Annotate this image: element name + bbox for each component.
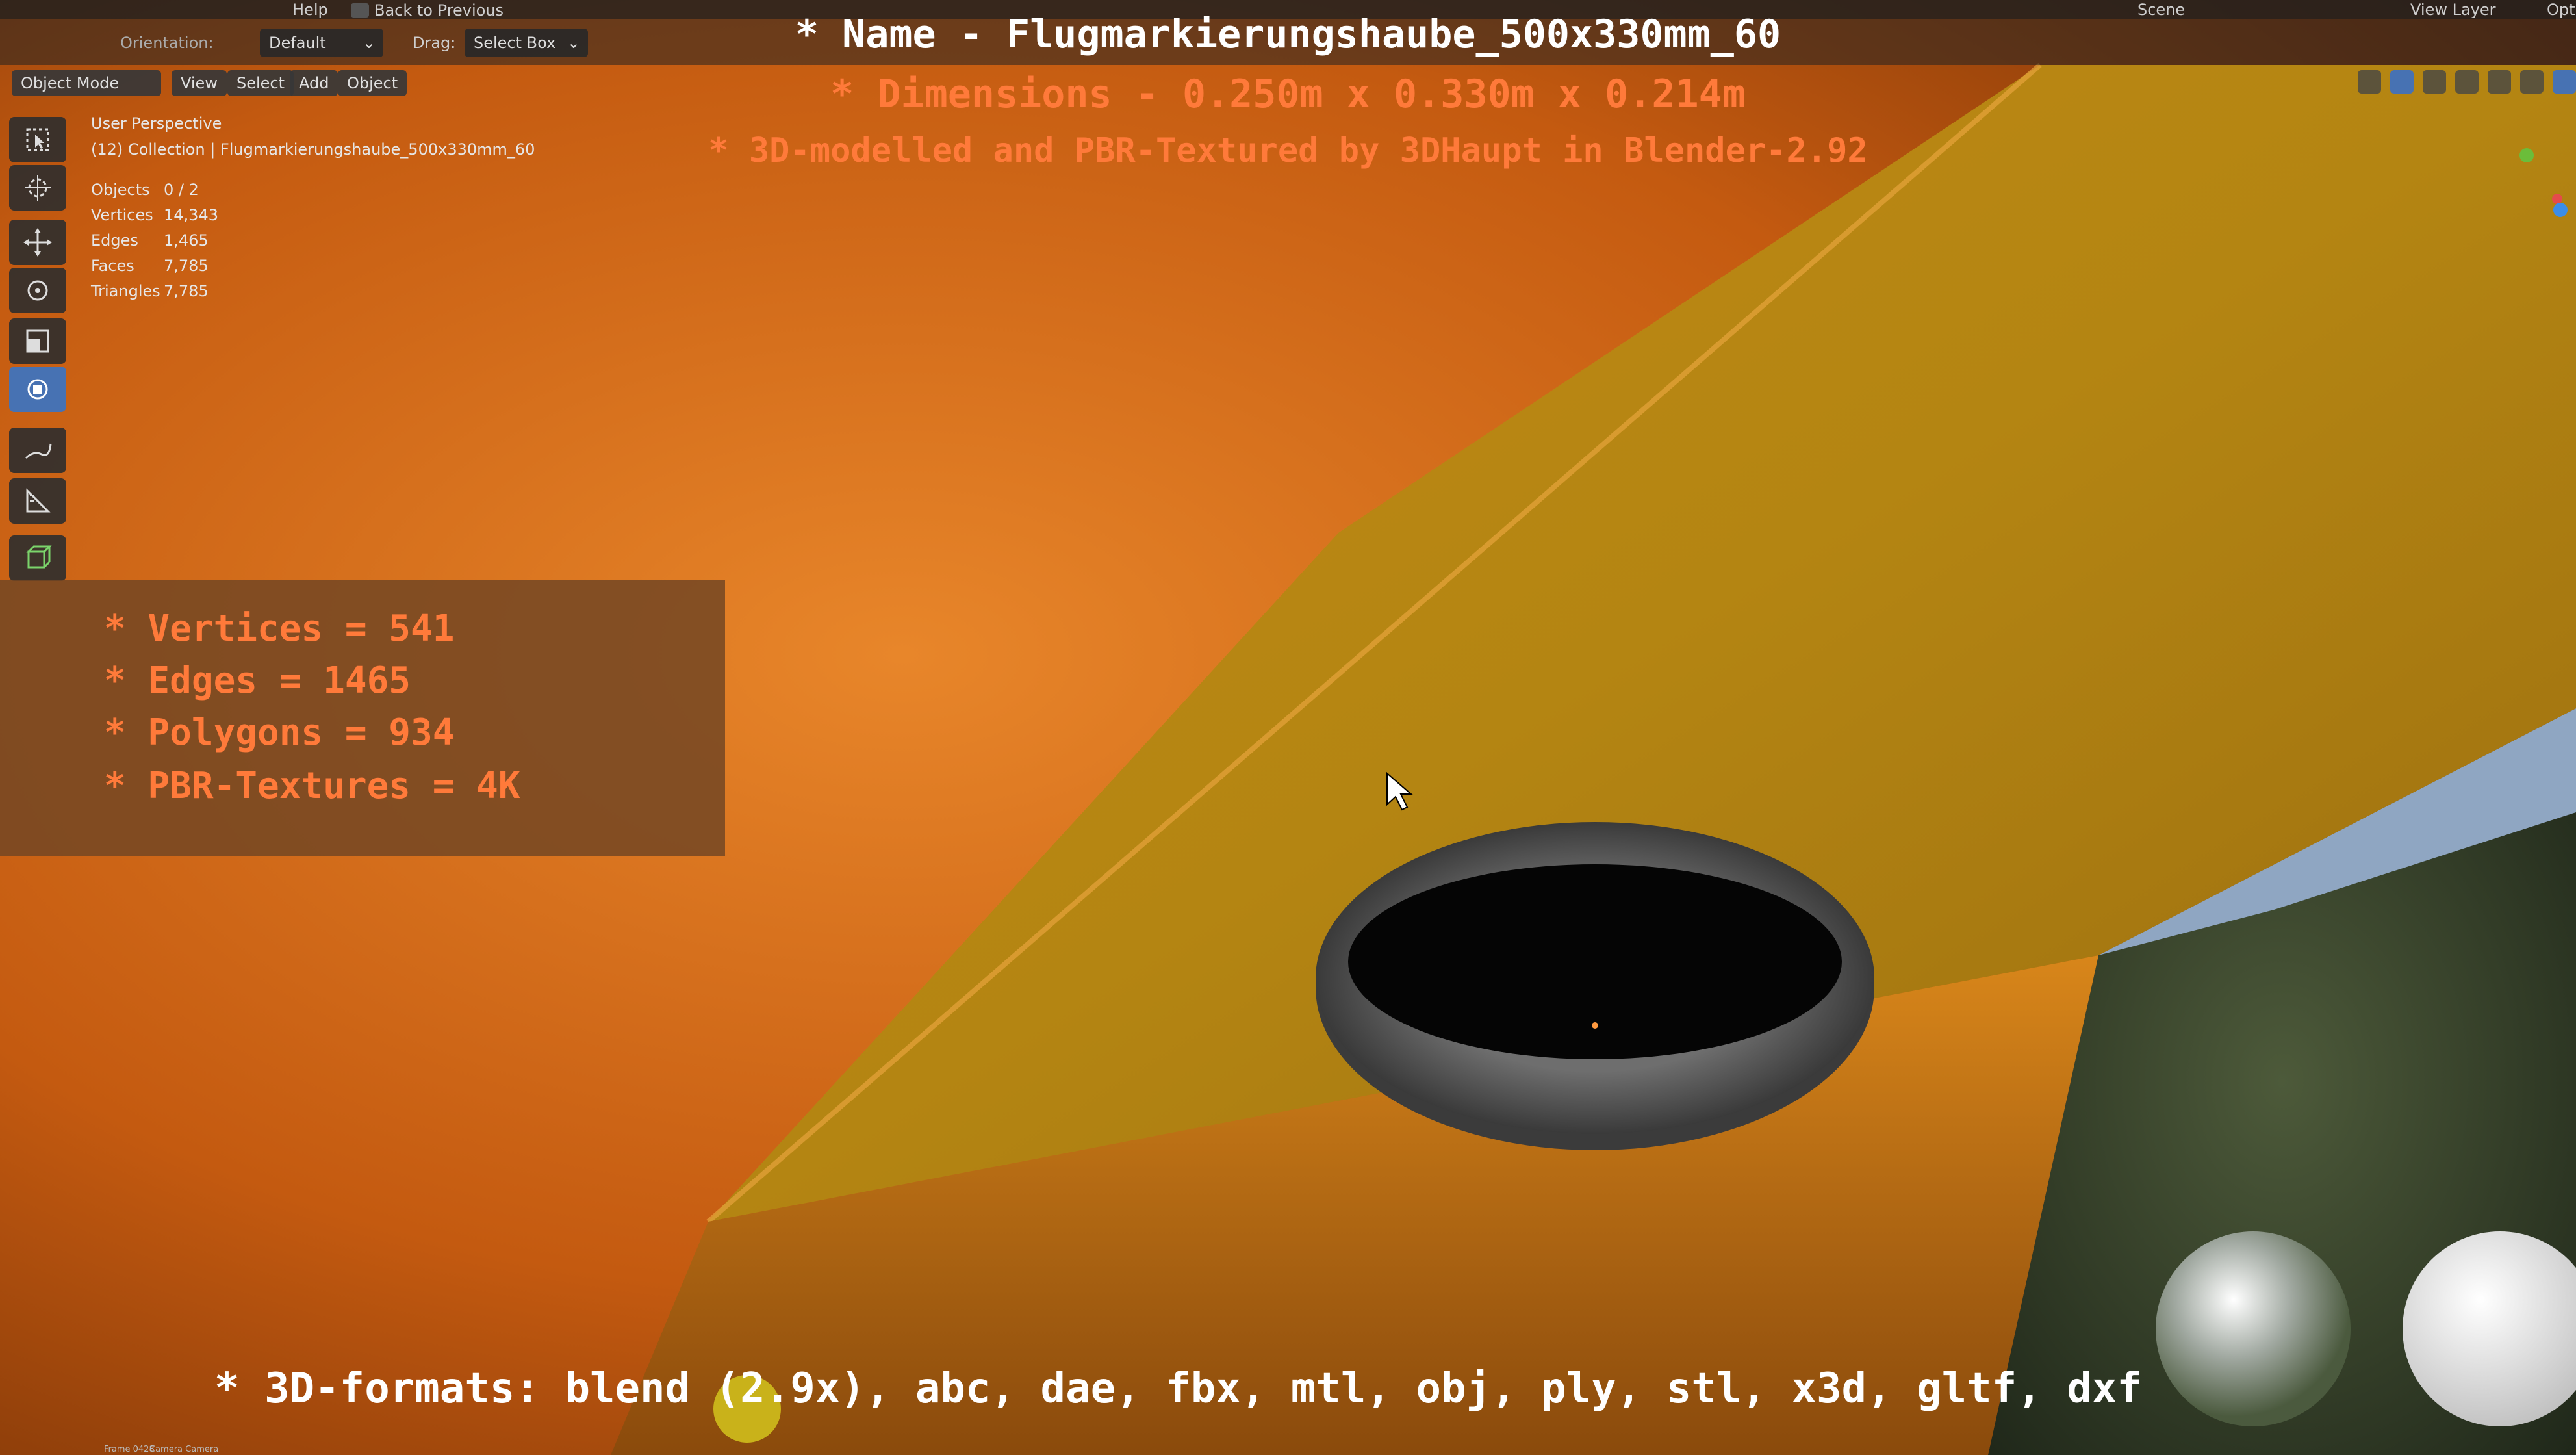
stat-value: 7,785 <box>164 257 209 275</box>
stat-label: Triangles <box>91 282 160 300</box>
move-tool[interactable] <box>9 220 66 265</box>
info-line-vertices: * Vertices = 541 <box>104 608 455 650</box>
annotate-tool[interactable] <box>9 428 66 473</box>
model-name-title: * Name - Flugmarkierungshaube_500x330mm_… <box>795 12 1781 57</box>
move-icon <box>23 228 52 257</box>
hdri-chrome-sphere <box>2156 1231 2351 1426</box>
info-line-edges: * Edges = 1465 <box>104 660 411 702</box>
stat-row: Vertices 14,343 <box>91 206 218 231</box>
transform-icon <box>27 379 48 400</box>
model-dimensions-title: * Dimensions - 0.250m x 0.330m x 0.214m <box>830 71 1746 117</box>
frame-readout: Frame 0428 <box>104 1445 155 1454</box>
stat-label: Edges <box>91 231 138 250</box>
stat-value: 14,343 <box>164 206 218 224</box>
cursor-tool[interactable] <box>9 165 66 211</box>
stat-row: Edges 1,465 <box>91 231 218 257</box>
cursor-icon <box>25 175 51 201</box>
model-info-box: * Vertices = 541 * Edges = 1465 * Polygo… <box>0 580 725 856</box>
viewport-perspective-label: User Perspective <box>91 114 222 133</box>
measure-icon <box>26 488 51 513</box>
stat-label: Objects <box>91 181 150 199</box>
formats-caption: * 3D-formats: blend (2.9x), abc, dae, fb… <box>214 1365 2142 1413</box>
add-cube-tool[interactable] <box>9 535 66 581</box>
add-cube-icon <box>26 545 52 569</box>
annotate-icon <box>25 443 52 459</box>
stat-row: Objects 0 / 2 <box>91 181 218 206</box>
rotate-icon <box>27 280 48 301</box>
scene-statistics: Objects 0 / 2 Vertices 14,343 Edges 1,465 F… <box>91 181 218 307</box>
info-line-polygons: * Polygons = 934 <box>104 712 455 754</box>
stat-value: 1,465 <box>164 231 209 250</box>
status-bar: Frame 0428 Camera Camera <box>0 1444 2576 1455</box>
measure-tool[interactable] <box>9 478 66 524</box>
info-line-textures: * PBR-Textures = 4K <box>104 765 520 807</box>
stat-row: Triangles 7,785 <box>91 282 218 307</box>
model-credit-title: * 3D-modelled and PBR-Textured by 3DHaup… <box>708 131 1868 170</box>
transform-tool[interactable] <box>9 367 66 412</box>
stat-value: 0 / 2 <box>164 181 199 199</box>
stat-label: Vertices <box>91 206 153 224</box>
rotate-tool[interactable] <box>9 268 66 313</box>
stat-row: Faces 7,785 <box>91 257 218 282</box>
stat-label: Faces <box>91 257 134 275</box>
stat-value: 7,785 <box>164 282 209 300</box>
scale-icon <box>26 329 49 353</box>
scale-tool[interactable] <box>9 318 66 364</box>
axis-z-icon[interactable] <box>2553 203 2568 217</box>
camera-readout: Camera Camera <box>149 1445 219 1454</box>
